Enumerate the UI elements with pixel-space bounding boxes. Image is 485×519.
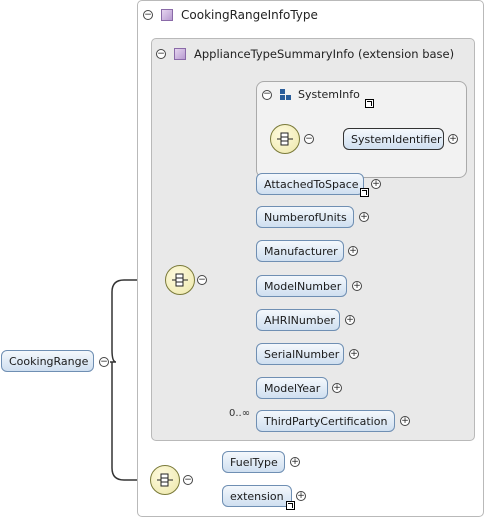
attachedtospace-reference-icon [360,188,369,197]
element-extension-label: extension [230,489,284,503]
collapse-system-info-toggle[interactable]: − [262,89,272,100]
expand-extension-toggle[interactable]: + [296,491,306,501]
complex-type-icon [161,9,173,21]
system-info-header: − SystemInfo [262,88,360,101]
element-fueltype[interactable]: FuelType [222,451,285,473]
extension-base-type-icon [174,48,186,60]
expand-ahrinumber-toggle[interactable]: + [345,315,355,325]
collapse-complex-type-toggle[interactable]: − [143,10,153,20]
element-numberofunits[interactable]: NumberofUnits [256,206,354,228]
element-serialnumber-label: SerialNumber [264,347,340,361]
complex-type-header: − CookingRangeInfoType [143,8,318,22]
sequence-icon [157,473,173,487]
element-attachedtospace[interactable]: AttachedToSpace [256,173,364,195]
system-info-label: SystemInfo [298,88,360,101]
element-extension[interactable]: extension [222,485,292,507]
element-modelyear-label: ModelYear [264,381,321,395]
group-icon [280,88,292,101]
expand-systemidentifier-toggle[interactable]: + [448,134,458,144]
element-manufacturer[interactable]: Manufacturer [256,240,344,262]
sequence-icon [277,132,293,146]
element-ahrinumber[interactable]: AHRINumber [256,309,340,331]
extension-base-label: ApplianceTypeSummaryInfo (extension base… [194,47,455,61]
element-thirdpartycertification[interactable]: ThirdPartyCertification [256,410,395,432]
bottom-sequence-compositor[interactable] [150,465,180,495]
collapse-bottom-sequence-toggle[interactable]: − [183,475,193,485]
collapse-extension-base-toggle[interactable]: − [156,49,166,59]
expand-numberofunits-toggle[interactable]: + [359,212,369,222]
expand-serialnumber-toggle[interactable]: + [349,349,359,359]
collapse-main-sequence-toggle[interactable]: − [197,275,207,285]
thirdpartycertification-occurrence: 0..∞ [229,408,251,419]
expand-thirdpartycertification-toggle[interactable]: + [400,416,410,426]
element-manufacturer-label: Manufacturer [264,244,338,258]
extension-base-header: − ApplianceTypeSummaryInfo (extension ba… [156,47,454,61]
collapse-system-info-sequence-toggle[interactable]: − [304,134,314,144]
expand-modelyear-toggle[interactable]: + [332,383,342,393]
system-info-sequence-compositor[interactable] [270,124,300,154]
element-numberofunits-label: NumberofUnits [264,210,347,224]
element-serialnumber[interactable]: SerialNumber [256,343,344,365]
expand-manufacturer-toggle[interactable]: + [348,246,358,256]
expand-modelnumber-toggle[interactable]: + [352,281,362,291]
expand-attachedtospace-toggle[interactable]: + [371,179,381,189]
element-modelyear[interactable]: ModelYear [256,377,328,399]
element-systemidentifier[interactable]: SystemIdentifier [343,128,444,150]
element-thirdpartycertification-label: ThirdPartyCertification [264,414,388,428]
system-info-reference-icon [365,99,374,108]
complex-type-label: CookingRangeInfoType [181,8,318,22]
element-modelnumber-label: ModelNumber [264,279,342,293]
element-systemidentifier-label: SystemIdentifier [351,132,442,146]
element-ahrinumber-label: AHRINumber [264,313,335,327]
element-modelnumber[interactable]: ModelNumber [256,275,347,297]
main-sequence-compositor[interactable] [165,265,195,295]
expand-fueltype-toggle[interactable]: + [290,457,300,467]
collapse-root-toggle[interactable]: − [99,357,109,367]
root-element-cookingrange[interactable]: CookingRange [1,350,94,372]
element-fueltype-label: FuelType [230,455,278,469]
extension-reference-icon [286,501,295,510]
element-attachedtospace-label: AttachedToSpace [264,177,359,191]
sequence-icon [172,273,188,287]
root-element-label: CookingRange [9,354,89,368]
